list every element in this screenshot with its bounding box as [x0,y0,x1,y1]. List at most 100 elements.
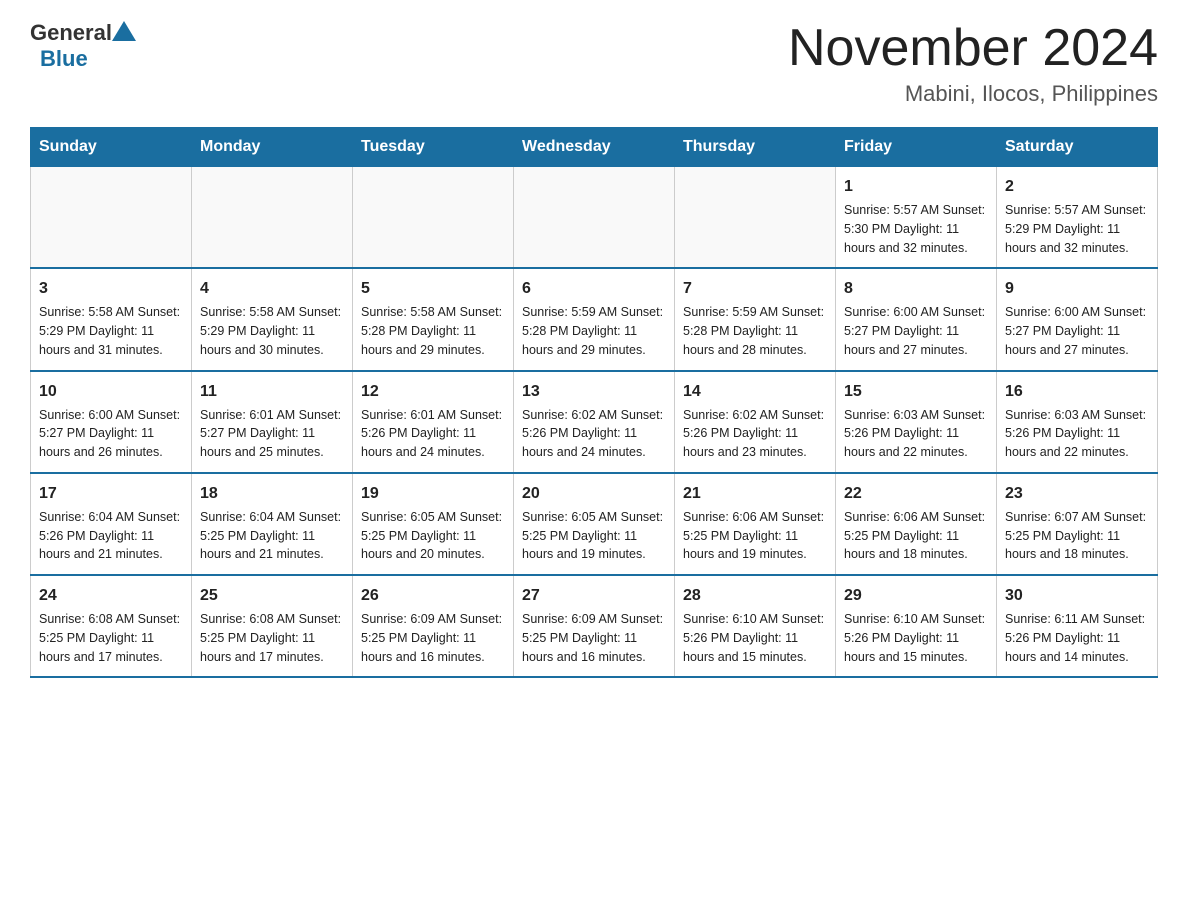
calendar-day-cell: 22Sunrise: 6:06 AM Sunset: 5:25 PM Dayli… [836,473,997,575]
day-number: 22 [844,482,988,506]
day-number: 17 [39,482,183,506]
calendar-day-cell [31,167,192,269]
day-number: 11 [200,380,344,404]
calendar-day-cell: 9Sunrise: 6:00 AM Sunset: 5:27 PM Daylig… [997,268,1158,370]
day-number: 14 [683,380,827,404]
day-number: 10 [39,380,183,404]
day-number: 5 [361,277,505,301]
day-info: Sunrise: 6:00 AM Sunset: 5:27 PM Dayligh… [1005,303,1149,359]
day-info: Sunrise: 6:00 AM Sunset: 5:27 PM Dayligh… [39,406,183,462]
calendar-day-cell: 12Sunrise: 6:01 AM Sunset: 5:26 PM Dayli… [353,371,514,473]
day-info: Sunrise: 6:01 AM Sunset: 5:26 PM Dayligh… [361,406,505,462]
title-section: November 2024 Mabini, Ilocos, Philippine… [788,20,1158,107]
day-info: Sunrise: 6:04 AM Sunset: 5:26 PM Dayligh… [39,508,183,564]
calendar-day-cell: 15Sunrise: 6:03 AM Sunset: 5:26 PM Dayli… [836,371,997,473]
day-number: 30 [1005,584,1149,608]
day-number: 1 [844,175,988,199]
day-number: 4 [200,277,344,301]
day-number: 3 [39,277,183,301]
calendar-day-cell: 6Sunrise: 5:59 AM Sunset: 5:28 PM Daylig… [514,268,675,370]
day-number: 26 [361,584,505,608]
calendar-day-cell: 17Sunrise: 6:04 AM Sunset: 5:26 PM Dayli… [31,473,192,575]
calendar-day-cell: 10Sunrise: 6:00 AM Sunset: 5:27 PM Dayli… [31,371,192,473]
calendar-day-cell: 27Sunrise: 6:09 AM Sunset: 5:25 PM Dayli… [514,575,675,677]
day-info: Sunrise: 5:59 AM Sunset: 5:28 PM Dayligh… [683,303,827,359]
calendar-table: SundayMondayTuesdayWednesdayThursdayFrid… [30,127,1158,678]
day-info: Sunrise: 5:57 AM Sunset: 5:30 PM Dayligh… [844,201,988,257]
weekday-header-sunday: Sunday [31,128,192,167]
day-info: Sunrise: 5:59 AM Sunset: 5:28 PM Dayligh… [522,303,666,359]
calendar-day-cell [675,167,836,269]
logo-triangle-icon [112,21,136,41]
day-info: Sunrise: 6:05 AM Sunset: 5:25 PM Dayligh… [522,508,666,564]
calendar-day-cell: 5Sunrise: 5:58 AM Sunset: 5:28 PM Daylig… [353,268,514,370]
day-number: 16 [1005,380,1149,404]
calendar-day-cell: 19Sunrise: 6:05 AM Sunset: 5:25 PM Dayli… [353,473,514,575]
day-info: Sunrise: 6:02 AM Sunset: 5:26 PM Dayligh… [522,406,666,462]
calendar-day-cell: 3Sunrise: 5:58 AM Sunset: 5:29 PM Daylig… [31,268,192,370]
calendar-day-cell: 2Sunrise: 5:57 AM Sunset: 5:29 PM Daylig… [997,167,1158,269]
day-number: 2 [1005,175,1149,199]
calendar-day-cell: 21Sunrise: 6:06 AM Sunset: 5:25 PM Dayli… [675,473,836,575]
calendar-day-cell: 29Sunrise: 6:10 AM Sunset: 5:26 PM Dayli… [836,575,997,677]
calendar-week-row: 3Sunrise: 5:58 AM Sunset: 5:29 PM Daylig… [31,268,1158,370]
calendar-week-row: 1Sunrise: 5:57 AM Sunset: 5:30 PM Daylig… [31,167,1158,269]
day-info: Sunrise: 6:00 AM Sunset: 5:27 PM Dayligh… [844,303,988,359]
day-info: Sunrise: 6:09 AM Sunset: 5:25 PM Dayligh… [361,610,505,666]
day-info: Sunrise: 6:01 AM Sunset: 5:27 PM Dayligh… [200,406,344,462]
day-number: 27 [522,584,666,608]
day-number: 15 [844,380,988,404]
day-info: Sunrise: 5:57 AM Sunset: 5:29 PM Dayligh… [1005,201,1149,257]
day-info: Sunrise: 6:08 AM Sunset: 5:25 PM Dayligh… [39,610,183,666]
day-info: Sunrise: 6:09 AM Sunset: 5:25 PM Dayligh… [522,610,666,666]
day-number: 20 [522,482,666,506]
logo: General Blue [30,20,136,72]
calendar-day-cell: 23Sunrise: 6:07 AM Sunset: 5:25 PM Dayli… [997,473,1158,575]
day-info: Sunrise: 6:07 AM Sunset: 5:25 PM Dayligh… [1005,508,1149,564]
day-info: Sunrise: 6:10 AM Sunset: 5:26 PM Dayligh… [683,610,827,666]
calendar-day-cell: 11Sunrise: 6:01 AM Sunset: 5:27 PM Dayli… [192,371,353,473]
day-info: Sunrise: 6:08 AM Sunset: 5:25 PM Dayligh… [200,610,344,666]
calendar-day-cell: 25Sunrise: 6:08 AM Sunset: 5:25 PM Dayli… [192,575,353,677]
weekday-header-monday: Monday [192,128,353,167]
day-info: Sunrise: 6:10 AM Sunset: 5:26 PM Dayligh… [844,610,988,666]
day-number: 25 [200,584,344,608]
day-info: Sunrise: 5:58 AM Sunset: 5:29 PM Dayligh… [200,303,344,359]
day-number: 21 [683,482,827,506]
day-number: 23 [1005,482,1149,506]
calendar-day-cell: 7Sunrise: 5:59 AM Sunset: 5:28 PM Daylig… [675,268,836,370]
day-number: 28 [683,584,827,608]
calendar-day-cell: 26Sunrise: 6:09 AM Sunset: 5:25 PM Dayli… [353,575,514,677]
day-info: Sunrise: 6:06 AM Sunset: 5:25 PM Dayligh… [683,508,827,564]
calendar-day-cell: 8Sunrise: 6:00 AM Sunset: 5:27 PM Daylig… [836,268,997,370]
logo-blue-text: Blue [40,46,88,72]
calendar-day-cell: 24Sunrise: 6:08 AM Sunset: 5:25 PM Dayli… [31,575,192,677]
weekday-header-saturday: Saturday [997,128,1158,167]
calendar-day-cell [353,167,514,269]
calendar-day-cell [192,167,353,269]
day-info: Sunrise: 6:02 AM Sunset: 5:26 PM Dayligh… [683,406,827,462]
calendar-day-cell: 20Sunrise: 6:05 AM Sunset: 5:25 PM Dayli… [514,473,675,575]
day-number: 7 [683,277,827,301]
day-info: Sunrise: 6:04 AM Sunset: 5:25 PM Dayligh… [200,508,344,564]
calendar-week-row: 10Sunrise: 6:00 AM Sunset: 5:27 PM Dayli… [31,371,1158,473]
day-info: Sunrise: 6:05 AM Sunset: 5:25 PM Dayligh… [361,508,505,564]
day-info: Sunrise: 5:58 AM Sunset: 5:29 PM Dayligh… [39,303,183,359]
day-info: Sunrise: 6:03 AM Sunset: 5:26 PM Dayligh… [844,406,988,462]
weekday-header-row: SundayMondayTuesdayWednesdayThursdayFrid… [31,128,1158,167]
day-number: 24 [39,584,183,608]
day-info: Sunrise: 6:11 AM Sunset: 5:26 PM Dayligh… [1005,610,1149,666]
calendar-day-cell: 28Sunrise: 6:10 AM Sunset: 5:26 PM Dayli… [675,575,836,677]
calendar-day-cell [514,167,675,269]
day-number: 12 [361,380,505,404]
weekday-header-thursday: Thursday [675,128,836,167]
calendar-day-cell: 14Sunrise: 6:02 AM Sunset: 5:26 PM Dayli… [675,371,836,473]
day-number: 6 [522,277,666,301]
day-number: 29 [844,584,988,608]
weekday-header-friday: Friday [836,128,997,167]
calendar-day-cell: 1Sunrise: 5:57 AM Sunset: 5:30 PM Daylig… [836,167,997,269]
day-number: 18 [200,482,344,506]
calendar-day-cell: 4Sunrise: 5:58 AM Sunset: 5:29 PM Daylig… [192,268,353,370]
day-number: 9 [1005,277,1149,301]
calendar-day-cell: 18Sunrise: 6:04 AM Sunset: 5:25 PM Dayli… [192,473,353,575]
